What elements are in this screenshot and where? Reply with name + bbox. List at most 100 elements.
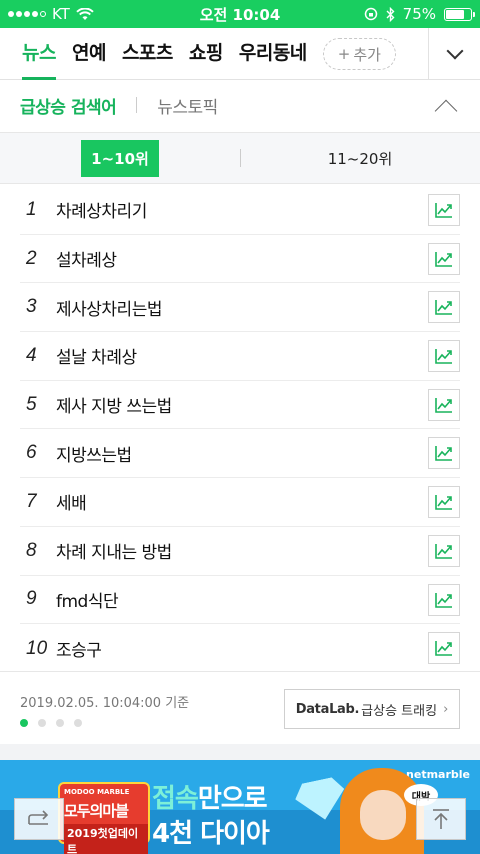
keyword-row[interactable]: 2 설차례상 [20, 235, 460, 284]
trend-chart-button[interactable] [428, 388, 460, 421]
trend-chart-button[interactable] [428, 632, 460, 665]
keyword-row[interactable]: 7 세배 [20, 478, 460, 527]
tab-shopping[interactable]: 쇼핑 [189, 28, 223, 80]
arrow-up-icon [433, 809, 449, 829]
share-button[interactable] [14, 798, 64, 840]
range-tab-1-10[interactable]: 1~10위 [0, 133, 240, 183]
trend-chart-icon [435, 203, 452, 218]
share-arrow-icon [28, 810, 49, 825]
trend-chart-icon [435, 495, 452, 510]
trend-chart-icon [435, 251, 452, 267]
trend-chart-button[interactable] [428, 194, 460, 226]
range-tab-11-20[interactable]: 11~20위 [240, 133, 480, 183]
keyword-row[interactable]: 5 제사 지방 쓰는법 [20, 381, 460, 430]
trend-chart-button[interactable] [428, 534, 460, 567]
ad-copy-line2: 4천 다이아 [152, 819, 270, 849]
status-right: 75% [364, 5, 475, 23]
keyword-text[interactable]: 차례상차리기 [56, 197, 147, 222]
rank-range-tabs: 1~10위 11~20위 [0, 132, 480, 184]
keyword-text[interactable]: 제사상차리는법 [56, 295, 162, 320]
trend-chart-icon [435, 397, 452, 413]
ad-brand: netmarble [406, 768, 470, 781]
page-dot[interactable] [74, 719, 82, 727]
update-timestamp: 2019.02.05. 10:04:00 기준 [20, 696, 190, 711]
keyword-text[interactable]: 세배 [56, 489, 87, 514]
keyword-text[interactable]: 설차례상 [56, 246, 117, 271]
game-logo: MODOO MARBLE 모두의마블 2019첫업데이트 [58, 782, 150, 854]
keyword-rank: 4 [26, 344, 37, 366]
keyword-rank: 6 [26, 442, 37, 464]
keyword-list: 1 차례상차리기 2 설차례상 3 제사상차리는법 4 설날 차례상 5 제사 지방 쓰는법 6 지방… [0, 186, 480, 673]
more-tabs-button[interactable] [428, 28, 480, 80]
scroll-top-button[interactable] [416, 798, 466, 840]
ad-character [340, 768, 424, 854]
add-tab-label: 추가 [353, 45, 381, 64]
trend-chart-icon [435, 641, 452, 656]
trend-chart-button[interactable] [428, 242, 460, 275]
keyword-text[interactable]: 차례 지내는 방법 [56, 538, 172, 563]
keyword-text[interactable]: fmd식단 [56, 587, 119, 612]
keyword-text[interactable]: 조승구 [56, 636, 102, 661]
battery-percent: 75% [402, 5, 436, 23]
section-header: 급상승 검색어 뉴스토픽 [0, 80, 480, 130]
page-dot[interactable] [56, 719, 64, 727]
trend-chart-button[interactable] [428, 583, 460, 616]
plus-icon: + [337, 45, 351, 63]
trend-chart-button[interactable] [428, 291, 460, 324]
status-bar: KT 오전 10:04 75% [0, 0, 480, 28]
page-indicator [20, 719, 82, 727]
datalab-button[interactable]: DataLab. 급상승 트래킹 › [284, 689, 460, 729]
bluetooth-icon [386, 6, 395, 22]
chevron-up-icon [434, 99, 458, 123]
game-logo-sub: 2019첫업데이트 [64, 824, 148, 854]
page-dot[interactable] [20, 719, 28, 727]
trend-chart-icon [435, 349, 452, 364]
game-logo-small: MODOO MARBLE [64, 788, 130, 796]
battery-level [446, 9, 464, 19]
keyword-row[interactable]: 1 차례상차리기 [20, 186, 460, 235]
keyword-row[interactable]: 6 지방쓰는법 [20, 429, 460, 479]
trend-chart-icon [435, 543, 452, 559]
collapse-button[interactable] [432, 95, 460, 123]
trend-chart-button[interactable] [428, 437, 460, 470]
trend-chart-icon [435, 592, 452, 608]
trend-chart-icon [435, 300, 452, 316]
datalab-label: 급상승 트래킹 [361, 703, 438, 719]
keyword-rank: 10 [26, 637, 48, 659]
character-face [360, 790, 406, 840]
range-tab-label: 1~10위 [81, 139, 159, 177]
add-tab-button[interactable]: + 추가 [322, 38, 396, 70]
trend-chart-icon [435, 446, 452, 462]
keyword-row[interactable]: 10 조승구 [20, 624, 460, 673]
tab-entertainment[interactable]: 연예 [72, 28, 106, 80]
keyword-row[interactable]: 8 차례 지내는 방법 [20, 527, 460, 576]
ad-copy: 접속만으로 4천 다이아 [152, 778, 270, 850]
keyword-rank: 2 [26, 247, 37, 269]
keyword-row[interactable]: 9 fmd식단 [20, 576, 460, 625]
keyword-rank: 9 [26, 588, 37, 610]
top-nav: 뉴스 연예 스포츠 쇼핑 우리동네 + 추가 [0, 28, 480, 80]
tab-neighborhood[interactable]: 우리동네 [239, 28, 307, 80]
trend-chart-button[interactable] [428, 486, 460, 519]
tab-sports[interactable]: 스포츠 [122, 28, 173, 80]
keyword-row[interactable]: 3 제사상차리는법 [20, 283, 460, 333]
nav-tab-list: 뉴스 연예 스포츠 쇼핑 우리동네 + 추가 [0, 28, 430, 80]
tab-rising-searches[interactable]: 급상승 검색어 [20, 93, 117, 118]
ad-copy-highlight: 접속 [152, 784, 199, 814]
keyword-text[interactable]: 지방쓰는법 [56, 441, 132, 466]
page-dot[interactable] [38, 719, 46, 727]
chevron-right-icon: › [443, 701, 449, 717]
ad-banner[interactable]: netmarble MODOO MARBLE 모두의마블 2019첫업데이트 접… [0, 760, 480, 854]
section-divider [136, 97, 138, 113]
trend-chart-button[interactable] [428, 340, 460, 373]
tab-news[interactable]: 뉴스 [22, 28, 56, 80]
keyword-text[interactable]: 제사 지방 쓰는법 [56, 392, 172, 417]
keyword-row[interactable]: 4 설날 차례상 [20, 332, 460, 381]
keyword-rank: 1 [26, 198, 37, 220]
tab-news-topic[interactable]: 뉴스토픽 [157, 93, 218, 118]
list-divider [0, 671, 480, 672]
keyword-text[interactable]: 설날 차례상 [56, 343, 137, 368]
ad-copy-rest: 만으로 [197, 784, 268, 814]
keyword-rank: 5 [26, 393, 37, 415]
range-tab-label: 11~20위 [327, 149, 393, 168]
